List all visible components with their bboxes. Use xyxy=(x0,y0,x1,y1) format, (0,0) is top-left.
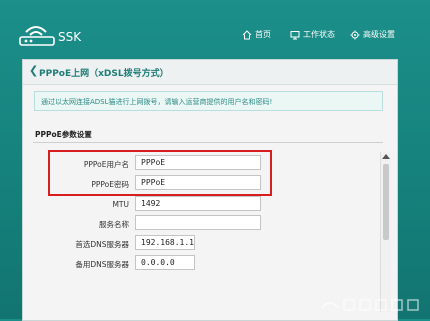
monitor-icon xyxy=(290,30,300,39)
primary-dns-label: 首选DNS服务器 xyxy=(75,240,129,249)
router-logo-icon xyxy=(19,26,55,46)
brand-name: SSK xyxy=(58,30,82,44)
scrollbar[interactable] xyxy=(380,152,391,312)
watermark-logo-icon xyxy=(321,299,419,311)
nav-advanced-settings[interactable]: 高级设置 xyxy=(350,29,395,40)
info-notice: 通过以太网连接ADSL猫进行上网拨号，请输入运营商提供的用户名和密码! xyxy=(34,91,383,111)
scroll-thumb[interactable] xyxy=(383,164,389,240)
section-divider xyxy=(33,142,383,143)
nav-home-label: 首页 xyxy=(255,30,271,39)
secondary-dns-label: 备用DNS服务器 xyxy=(75,260,129,269)
scroll-up-arrow-icon[interactable] xyxy=(382,154,390,159)
nav-work-status-label: 工作状态 xyxy=(303,30,335,39)
secondary-dns-input[interactable]: 0.0.0.0 xyxy=(135,255,195,270)
service-name-label: 服务名称 xyxy=(99,220,129,229)
mtu-input[interactable]: 1492 xyxy=(135,196,261,211)
back-chevron-icon[interactable]: ❮ xyxy=(29,64,38,77)
nav-work-status[interactable]: 工作状态 xyxy=(290,29,335,40)
header: SSK 首页 工作状态 高级设置 xyxy=(0,0,430,62)
service-name-input[interactable] xyxy=(135,215,261,230)
credentials-highlight-box xyxy=(48,150,272,196)
nav-advanced-settings-label: 高级设置 xyxy=(363,30,395,39)
mtu-label: MTU xyxy=(112,200,129,209)
panel-title: PPPoE上网（xDSL拨号方式） xyxy=(39,69,169,79)
panel-title-bar: ❮ PPPoE上网（xDSL拨号方式） xyxy=(23,60,397,85)
primary-dns-input[interactable]: 192.168.1.1 xyxy=(135,235,195,250)
gear-icon xyxy=(350,30,360,39)
nav-home[interactable]: 首页 xyxy=(242,29,271,40)
home-icon xyxy=(242,29,252,39)
section-title: PPPoE参数设置 xyxy=(35,130,92,139)
